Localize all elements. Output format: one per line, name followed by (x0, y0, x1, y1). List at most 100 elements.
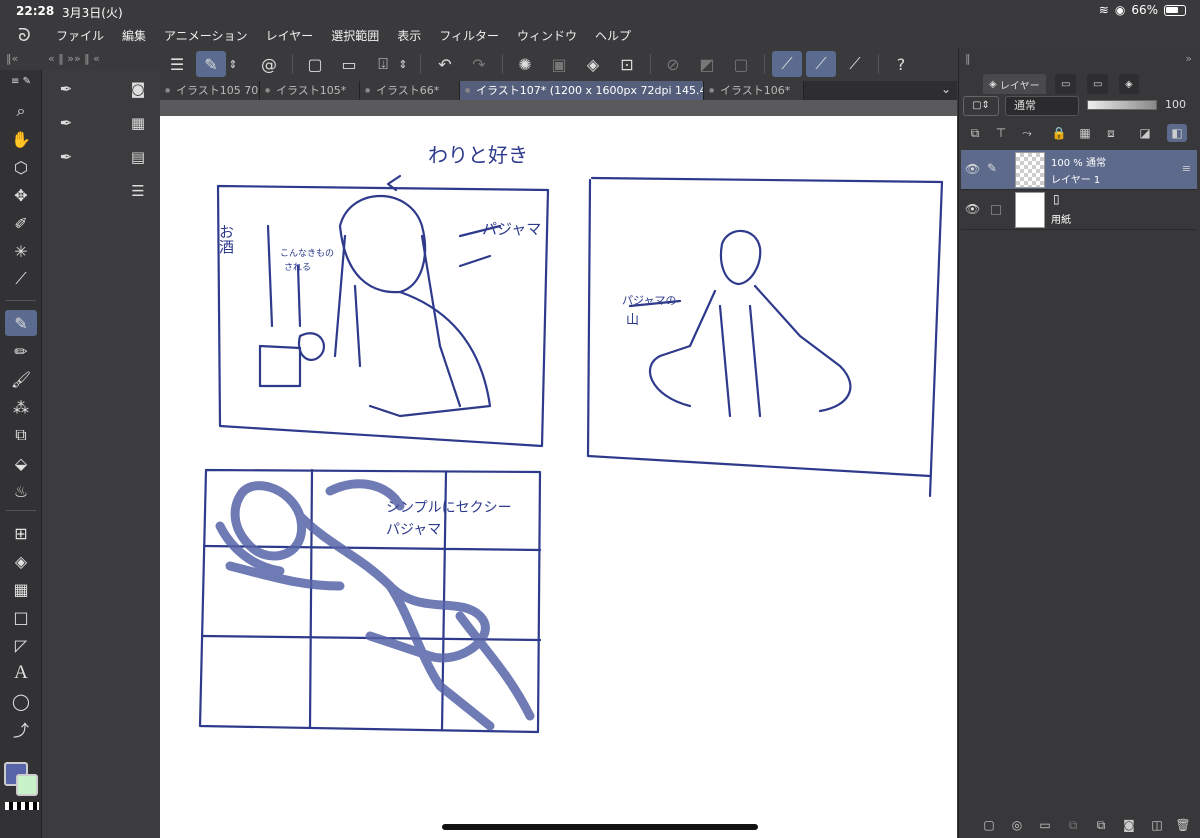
tab-illust105-70[interactable]: イラスト105 70 (160, 81, 260, 100)
subtool-grid-icon[interactable]: ▦ (124, 110, 152, 136)
eraser-icon[interactable]: ⬙ (5, 450, 37, 476)
tab-illust106[interactable]: イラスト106* (704, 81, 804, 100)
layer-item-1[interactable]: 👁 ✎ 100 % 通常 レイヤー 1 ≡ (961, 150, 1197, 190)
menu-help[interactable]: ヘルプ (595, 27, 631, 44)
snap-special-ruler-icon[interactable]: ⟋ (806, 51, 836, 77)
blend-mode-select[interactable]: 通常 (1005, 96, 1079, 116)
open-folder-icon[interactable]: ▭ (334, 51, 364, 77)
fill-icon[interactable]: ◈ (578, 51, 608, 77)
hand-tool-icon[interactable]: ✋ (5, 126, 37, 152)
menu-toggle-icon[interactable]: ☰ (162, 51, 192, 77)
eyedropper-icon[interactable]: ⟋ (5, 266, 37, 292)
zoom-tool-icon[interactable]: ⌕ (5, 98, 37, 124)
mask-toggle-icon[interactable]: ◪ (1135, 124, 1155, 142)
lock-icon[interactable]: 🔒 (1049, 124, 1069, 142)
tool-menu-icon[interactable]: ≡ ✎ (5, 74, 37, 88)
subtool-pen-icon[interactable]: ✒ (52, 76, 80, 102)
menu-layer[interactable]: レイヤー (266, 27, 314, 44)
mask-icon[interactable]: ⧈ (1101, 124, 1121, 142)
visibility-eye-icon[interactable]: 👁 (965, 202, 980, 216)
auto-select-icon[interactable]: ✳ (5, 238, 37, 264)
transform-icon[interactable]: ⊡ (612, 51, 642, 77)
tab-illust105[interactable]: イラスト105* (260, 81, 360, 100)
transfer-layer-icon[interactable]: ⧉ (1063, 816, 1083, 834)
collapse-subtool-icon[interactable]: « ‖ »» ‖ « (48, 52, 100, 65)
opacity-slider[interactable] (1087, 100, 1157, 110)
snap-grid-icon[interactable]: ⟋ (840, 51, 870, 77)
merge-layer-icon[interactable]: ⧉ (1091, 816, 1111, 834)
figure-tool-icon[interactable]: □ (5, 604, 37, 630)
blend-tool-icon[interactable]: ♨ (5, 478, 37, 504)
lock-transparent-icon[interactable]: ▦ (1075, 124, 1095, 142)
clear-icon[interactable]: ▣ (544, 51, 574, 77)
save-chevron-icon[interactable]: ⇕ (396, 51, 410, 77)
pen-tool-icon[interactable]: ✎ (5, 310, 37, 336)
pencil-tool-icon[interactable]: ✏ (5, 338, 37, 364)
object-tool-icon[interactable]: ⬡ (5, 154, 37, 180)
move-tool-icon[interactable]: ✥ (5, 182, 37, 208)
tab-illust66[interactable]: イラスト66* (360, 81, 460, 100)
canvas-workspace[interactable]: わりと好き お酒 こんなきもの される パジャマ パジャマの 山 シンプルにセク… (160, 100, 957, 838)
brush-tool-icon[interactable]: 🖌 (5, 366, 37, 392)
spiral-icon[interactable]: @ (254, 51, 284, 77)
balloon-tool-icon[interactable]: ◯ (5, 688, 37, 714)
mask-create-icon[interactable]: ◙ (1119, 816, 1139, 834)
gradient-icon[interactable]: ▦ (5, 576, 37, 602)
delete-layer-icon[interactable]: 🗑 (1173, 816, 1193, 834)
panel-grip-icon[interactable]: ‖ (965, 52, 971, 65)
menu-animation[interactable]: アニメーション (164, 27, 248, 44)
quick-access-chevron-icon[interactable]: ⇕ (226, 51, 240, 77)
layer-menu-icon[interactable]: ≡ (1182, 162, 1191, 175)
help-icon[interactable]: ? (886, 51, 916, 77)
new-vector-layer-icon[interactable]: ◎ (1007, 816, 1027, 834)
quick-access-icon[interactable]: ✎ (196, 51, 226, 77)
undo-icon[interactable]: ↶ (430, 51, 460, 77)
tab-layer-property[interactable]: ▭ (1055, 74, 1077, 94)
subtool-pen-settings-icon[interactable]: ✒ (52, 110, 80, 136)
airbrush-icon[interactable]: ⁂ (5, 394, 37, 420)
tabs-chevron-down-icon[interactable]: ⌄ (941, 82, 951, 96)
tab-layer[interactable]: ◈ レイヤー (983, 74, 1046, 94)
visibility-eye-icon[interactable]: 👁 (965, 162, 980, 176)
layer-color-icon[interactable]: ◧ (1167, 124, 1187, 142)
layer-check-icon[interactable] (991, 205, 1001, 215)
canvas-paper[interactable]: わりと好き お酒 こんなきもの される パジャマ パジャマの 山 シンプルにセク… (160, 116, 957, 838)
invert-selection-icon[interactable]: ◩ (692, 51, 722, 77)
tab-layer-search[interactable]: ▭ (1087, 74, 1109, 94)
new-raster-layer-icon[interactable]: ▢ (979, 816, 999, 834)
correct-line-icon[interactable]: ⤴ (5, 716, 37, 742)
expand-selection-icon[interactable]: ▢ (726, 51, 756, 77)
draft-icon[interactable]: ⤳ (1017, 124, 1037, 142)
selection-pen-icon[interactable]: ✐ (5, 210, 37, 236)
redo-icon[interactable]: ↷ (464, 51, 494, 77)
tab-layer-other[interactable]: ◈ (1119, 74, 1139, 94)
subtool-pen-view-icon[interactable]: ✒ (52, 144, 80, 170)
subtool-film-icon[interactable]: ▤ (124, 144, 152, 170)
new-file-icon[interactable]: ▢ (300, 51, 330, 77)
ruler-tool-icon[interactable]: ◸ (5, 632, 37, 658)
text-tool-icon[interactable]: A (5, 660, 37, 686)
menu-edit[interactable]: 編集 (122, 27, 146, 44)
menu-filter[interactable]: フィルター (439, 27, 499, 44)
panel-collapse-icon[interactable]: » (1185, 52, 1192, 65)
decoration-icon[interactable]: ⧉ (5, 422, 37, 448)
menu-selection[interactable]: 選択範囲 (331, 27, 379, 44)
menu-file[interactable]: ファイル (56, 27, 104, 44)
save-icon[interactable]: ⍗ (368, 51, 398, 77)
loading-icon[interactable]: ✺ (510, 51, 540, 77)
collapse-left-icon[interactable]: ‖« (6, 52, 18, 65)
snap-ruler-icon[interactable]: ⟋ (772, 51, 802, 77)
deselect-icon[interactable]: ⊘ (658, 51, 688, 77)
app-logo-icon[interactable]: ᘐ (0, 25, 56, 46)
layer-item-paper[interactable]: 👁 ▯ 用紙 (961, 190, 1197, 230)
fill-tool-icon[interactable]: ◈ (5, 548, 37, 574)
transparent-color-swatch[interactable] (5, 802, 39, 810)
clip-icon[interactable]: ⧉ (965, 124, 985, 142)
tab-illust107[interactable]: イラスト107* (1200 x 1600px 72dpi 145.4%) (460, 81, 704, 100)
subtool-circle-icon[interactable]: ◙ (124, 76, 152, 102)
apply-mask-icon[interactable]: ◫ (1147, 816, 1167, 834)
subtool-list-icon[interactable]: ☰ (124, 178, 152, 204)
menu-view[interactable]: 表示 (397, 27, 421, 44)
layer-color-select[interactable]: ▢⇕ (963, 96, 999, 116)
menu-window[interactable]: ウィンドウ (517, 27, 577, 44)
